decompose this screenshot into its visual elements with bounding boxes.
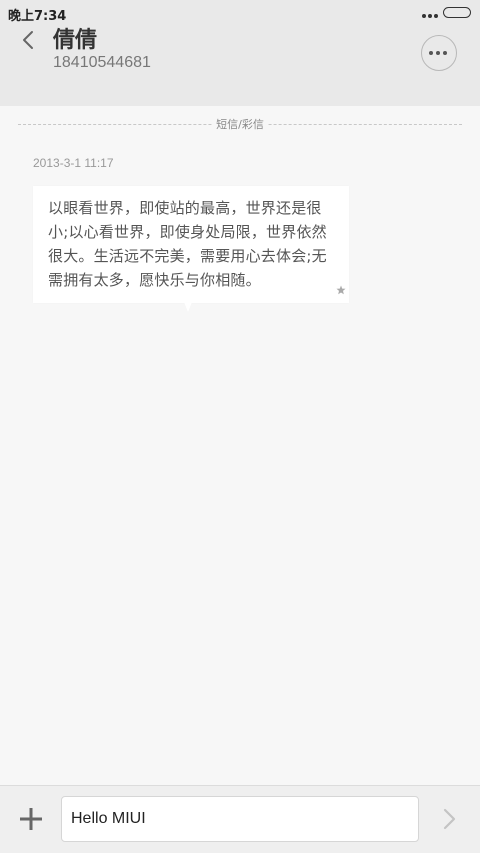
composer-bar xyxy=(0,785,480,853)
conversation-header: 晚上7:34 倩倩 18410544681 xyxy=(0,0,480,106)
contact-number: 18410544681 xyxy=(53,54,151,71)
back-button[interactable] xyxy=(12,26,46,56)
chevron-right-icon xyxy=(443,808,456,830)
message-timestamp: 2013-3-1 11:17 xyxy=(33,156,114,170)
message-bubble[interactable]: 以眼看世界，即使站的最高，世界还是很小;以心看世界，即使身处局限，世界依然很大。… xyxy=(33,186,349,303)
battery-icon xyxy=(443,7,471,18)
more-button[interactable] xyxy=(421,35,457,71)
contact-name: 倩倩 xyxy=(53,28,98,53)
notification-dots-icon xyxy=(422,14,438,18)
bubble-tail xyxy=(184,302,192,312)
add-attachment-button[interactable] xyxy=(18,806,44,832)
message-text: 以眼看世界，即使站的最高，世界还是很小;以心看世界，即使身处局限，世界依然很大。… xyxy=(48,199,327,289)
plus-icon xyxy=(20,808,42,830)
message-type-divider: 短信/彩信 xyxy=(18,117,462,133)
status-time: 晚上7:34 xyxy=(8,9,67,24)
send-button[interactable] xyxy=(438,806,462,834)
star-icon xyxy=(336,285,346,295)
chevron-left-icon xyxy=(23,31,33,49)
status-bar: 晚上7:34 xyxy=(0,0,480,26)
divider-label: 短信/彩信 xyxy=(212,118,268,131)
message-input[interactable] xyxy=(61,796,419,842)
